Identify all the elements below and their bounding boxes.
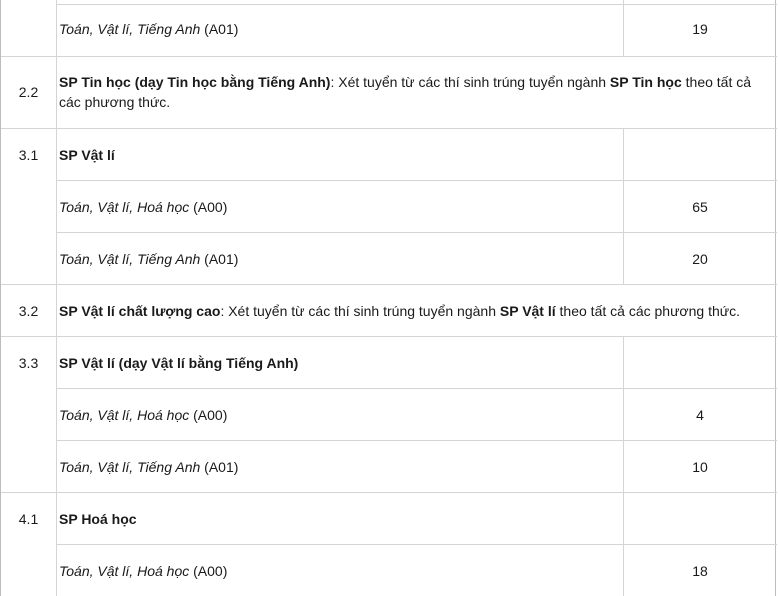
row-divider (56, 388, 777, 389)
row-divider (56, 4, 777, 5)
column-divider (56, 0, 57, 56)
program-title: SP Vật lí (59, 147, 115, 163)
row-divider (1, 56, 777, 57)
row-number: 2.2 (18, 84, 39, 100)
column-divider (56, 284, 57, 336)
subject-combination: Toán, Vật lí, Hoá học (A00) (59, 407, 228, 423)
subject-combination: Toán, Vật lí, Tiếng Anh (A01) (59, 21, 239, 37)
row-number: 3.2 (18, 303, 39, 319)
row-divider (56, 440, 777, 441)
column-divider (56, 56, 57, 128)
program-title: SP Vật lí (dạy Vật lí bằng Tiếng Anh) (59, 355, 299, 371)
column-divider (56, 492, 57, 596)
quota-value: 19 (692, 21, 708, 37)
subject-combination: Toán, Vật lí, Tiếng Anh (A01) (59, 251, 239, 267)
subject-combination: Toán, Vật lí, Tiếng Anh (A01) (59, 459, 239, 475)
quota-value: 4 (696, 407, 704, 423)
quota-value: 18 (692, 563, 708, 579)
program-description: SP Vật lí chất lượng cao: Xét tuyển từ c… (59, 303, 741, 319)
quota-value: 65 (692, 199, 708, 215)
row-divider (56, 544, 777, 545)
row-number: 3.3 (18, 355, 39, 371)
quota-value: 10 (692, 459, 708, 475)
column-divider (56, 128, 57, 284)
column-divider (56, 336, 57, 492)
row-divider (56, 232, 777, 233)
subject-combination: Toán, Vật lí, Hoá học (A00) (59, 563, 228, 579)
row-number: 4.1 (18, 511, 39, 527)
admissions-table: Toán, Vật lí, Tiếng Anh (A01) 19 2.2 SP … (0, 0, 777, 596)
row-divider (1, 492, 777, 493)
subject-combination: Toán, Vật lí, Hoá học (A00) (59, 199, 228, 215)
row-divider (1, 128, 777, 129)
quota-value: 20 (692, 251, 708, 267)
row-number: 3.1 (18, 147, 39, 163)
program-description: SP Tin học (dạy Tin học bằng Tiếng Anh):… (59, 74, 752, 110)
row-divider (56, 180, 777, 181)
program-title: SP Hoá học (59, 511, 137, 527)
row-divider (1, 336, 777, 337)
row-divider (1, 284, 777, 285)
